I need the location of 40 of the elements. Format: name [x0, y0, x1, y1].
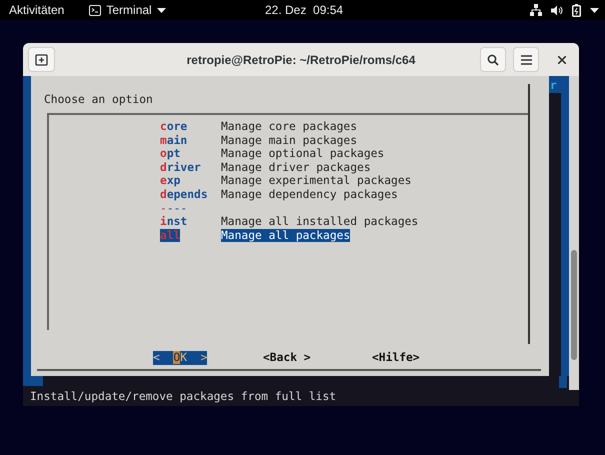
network-icon[interactable] [530, 4, 542, 16]
dialog-button[interactable]: <Hilfe> [372, 351, 420, 365]
terminal-icon [89, 4, 102, 16]
menu-description[interactable]: Manage driver packages [221, 160, 371, 174]
menu-description[interactable]: Manage all packages [221, 228, 350, 242]
search-icon [487, 54, 499, 66]
search-button[interactable] [480, 47, 506, 72]
menu-description[interactable]: Manage optional packages [221, 147, 384, 161]
battery-icon[interactable] [572, 4, 581, 16]
volume-icon[interactable] [551, 4, 563, 16]
menu-key[interactable]: core [160, 120, 221, 134]
window-title: retropie@RetroPie: ~/RetroPie/roms/c64 [186, 52, 416, 68]
caret-icon [156, 8, 166, 12]
menu-description[interactable]: Manage core packages [221, 120, 358, 134]
new-tab-icon [35, 54, 48, 66]
new-tab-button[interactable] [28, 47, 55, 72]
activities-button[interactable]: Aktivitäten [9, 1, 64, 19]
menu-key[interactable]: opt [160, 147, 221, 161]
caret-icon[interactable] [590, 8, 599, 12]
dialog-prompt: Choose an option [44, 93, 153, 107]
menu-key[interactable]: driver [160, 160, 221, 174]
menu-key[interactable]: inst [160, 215, 221, 229]
menu-icon [520, 54, 532, 64]
close-icon [558, 56, 566, 64]
menu-description[interactable]: Manage all installed packages [221, 215, 418, 229]
app-menu-button[interactable]: Terminal [106, 1, 152, 19]
menu-description[interactable]: Manage main packages [221, 134, 358, 148]
side-text: r [550, 79, 557, 93]
dialog-button[interactable]: < OK > [153, 351, 208, 365]
scrollbar-thumb[interactable] [571, 250, 577, 360]
clock[interactable]: 22. Dez 09:54 [265, 1, 344, 19]
menu-key[interactable]: exp [160, 174, 221, 188]
status-line: Install/update/remove packages from full list [30, 390, 336, 403]
menu-key[interactable]: main [160, 134, 221, 148]
menu-key[interactable]: depends [160, 188, 221, 202]
menu-description[interactable]: Manage dependency packages [221, 188, 398, 202]
menu-button[interactable] [513, 47, 539, 72]
dialog-button[interactable]: <Back > [263, 351, 311, 365]
separator-text: ---- [160, 202, 188, 216]
menu-description[interactable]: Manage experimental packages [221, 174, 412, 188]
